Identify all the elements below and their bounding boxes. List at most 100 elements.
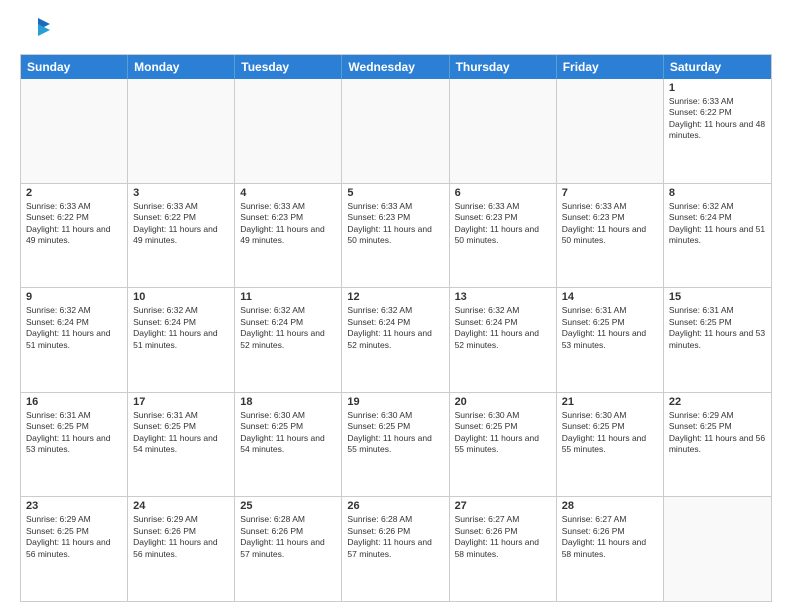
logo [20, 16, 52, 44]
page: SundayMondayTuesdayWednesdayThursdayFrid… [0, 0, 792, 612]
day-info: Sunrise: 6:33 AM Sunset: 6:22 PM Dayligh… [26, 201, 122, 247]
calendar-cell: 24 Sunrise: 6:29 AM Sunset: 6:26 PM Dayli… [128, 497, 235, 601]
calendar-cell: 18 Sunrise: 6:30 AM Sunset: 6:25 PM Dayli… [235, 393, 342, 497]
calendar-cell: 25 Sunrise: 6:28 AM Sunset: 6:26 PM Dayli… [235, 497, 342, 601]
calendar-cell: 8Sunrise: 6:32 AM Sunset: 6:24 PM Daylig… [664, 184, 771, 288]
calendar-cell: 22 Sunrise: 6:29 AM Sunset: 6:25 PM Dayli… [664, 393, 771, 497]
day-number: 1 [669, 82, 766, 94]
day-number: 4 [240, 187, 336, 199]
day-number: 15 [669, 291, 766, 303]
calendar-row-0: 1 Sunrise: 6:33 AM Sunset: 6:22 PM Daylig… [21, 79, 771, 184]
day-number: 19 [347, 396, 443, 408]
day-info: Sunrise: 6:28 AM Sunset: 6:26 PM Dayligh… [240, 514, 336, 560]
calendar-cell: 9 Sunrise: 6:32 AM Sunset: 6:24 PM Daylig… [21, 288, 128, 392]
day-number: 21 [562, 396, 658, 408]
calendar-cell: 23 Sunrise: 6:29 AM Sunset: 6:25 PM Dayli… [21, 497, 128, 601]
day-number: 22 [669, 396, 766, 408]
day-info: Sunrise: 6:29 AM Sunset: 6:26 PM Dayligh… [133, 514, 229, 560]
calendar-cell: 2 Sunrise: 6:33 AM Sunset: 6:22 PM Daylig… [21, 184, 128, 288]
day-number: 23 [26, 500, 122, 512]
calendar-cell: 7 Sunrise: 6:33 AM Sunset: 6:23 PM Daylig… [557, 184, 664, 288]
day-number: 2 [26, 187, 122, 199]
calendar-cell: 10 Sunrise: 6:32 AM Sunset: 6:24 PM Dayli… [128, 288, 235, 392]
day-header-friday: Friday [557, 55, 664, 79]
calendar-header-row: SundayMondayTuesdayWednesdayThursdayFrid… [21, 55, 771, 79]
logo-flag-icon [24, 16, 52, 44]
calendar-row-2: 9 Sunrise: 6:32 AM Sunset: 6:24 PM Daylig… [21, 288, 771, 393]
day-header-sunday: Sunday [21, 55, 128, 79]
day-header-monday: Monday [128, 55, 235, 79]
day-number: 11 [240, 291, 336, 303]
calendar-cell: 14 Sunrise: 6:31 AM Sunset: 6:25 PM Dayli… [557, 288, 664, 392]
calendar-cell [664, 497, 771, 601]
calendar-cell: 12 Sunrise: 6:32 AM Sunset: 6:24 PM Dayli… [342, 288, 449, 392]
calendar-cell [342, 79, 449, 183]
calendar-cell: 13Sunrise: 6:32 AM Sunset: 6:24 PM Dayli… [450, 288, 557, 392]
day-header-thursday: Thursday [450, 55, 557, 79]
day-number: 7 [562, 187, 658, 199]
day-info: Sunrise: 6:33 AM Sunset: 6:23 PM Dayligh… [240, 201, 336, 247]
calendar-cell [557, 79, 664, 183]
day-info: Sunrise: 6:29 AM Sunset: 6:25 PM Dayligh… [26, 514, 122, 560]
day-info: Sunrise: 6:32 AM Sunset: 6:24 PM Dayligh… [26, 305, 122, 351]
day-number: 18 [240, 396, 336, 408]
day-number: 27 [455, 500, 551, 512]
calendar-cell: 28 Sunrise: 6:27 AM Sunset: 6:26 PM Dayli… [557, 497, 664, 601]
day-info: Sunrise: 6:33 AM Sunset: 6:23 PM Dayligh… [347, 201, 443, 247]
calendar-cell: 5 Sunrise: 6:33 AM Sunset: 6:23 PM Daylig… [342, 184, 449, 288]
day-number: 20 [455, 396, 551, 408]
calendar-cell: 21Sunrise: 6:30 AM Sunset: 6:25 PM Dayli… [557, 393, 664, 497]
day-info: Sunrise: 6:30 AM Sunset: 6:25 PM Dayligh… [240, 410, 336, 456]
day-info: Sunrise: 6:31 AM Sunset: 6:25 PM Dayligh… [669, 305, 766, 351]
day-number: 9 [26, 291, 122, 303]
calendar-cell: 6 Sunrise: 6:33 AM Sunset: 6:23 PM Daylig… [450, 184, 557, 288]
calendar: SundayMondayTuesdayWednesdayThursdayFrid… [20, 54, 772, 602]
day-number: 17 [133, 396, 229, 408]
calendar-cell: 4 Sunrise: 6:33 AM Sunset: 6:23 PM Daylig… [235, 184, 342, 288]
day-info: Sunrise: 6:30 AM Sunset: 6:25 PM Dayligh… [455, 410, 551, 456]
day-info: Sunrise: 6:33 AM Sunset: 6:23 PM Dayligh… [455, 201, 551, 247]
day-info: Sunrise: 6:28 AM Sunset: 6:26 PM Dayligh… [347, 514, 443, 560]
calendar-cell [450, 79, 557, 183]
day-info: Sunrise: 6:31 AM Sunset: 6:25 PM Dayligh… [133, 410, 229, 456]
day-info: Sunrise: 6:30 AM Sunset: 6:25 PM Dayligh… [347, 410, 443, 456]
day-info: Sunrise: 6:31 AM Sunset: 6:25 PM Dayligh… [562, 305, 658, 351]
day-number: 10 [133, 291, 229, 303]
day-info: Sunrise: 6:33 AM Sunset: 6:23 PM Dayligh… [562, 201, 658, 247]
calendar-cell: 17 Sunrise: 6:31 AM Sunset: 6:25 PM Dayli… [128, 393, 235, 497]
day-number: 14 [562, 291, 658, 303]
day-number: 28 [562, 500, 658, 512]
day-header-saturday: Saturday [664, 55, 771, 79]
day-header-tuesday: Tuesday [235, 55, 342, 79]
calendar-row-1: 2 Sunrise: 6:33 AM Sunset: 6:22 PM Daylig… [21, 184, 771, 289]
day-number: 5 [347, 187, 443, 199]
day-info: Sunrise: 6:31 AM Sunset: 6:25 PM Dayligh… [26, 410, 122, 456]
calendar-cell: 3 Sunrise: 6:33 AM Sunset: 6:22 PM Daylig… [128, 184, 235, 288]
calendar-cell: 1 Sunrise: 6:33 AM Sunset: 6:22 PM Daylig… [664, 79, 771, 183]
day-info: Sunrise: 6:32 AM Sunset: 6:24 PM Dayligh… [669, 201, 766, 247]
day-info: Sunrise: 6:27 AM Sunset: 6:26 PM Dayligh… [455, 514, 551, 560]
day-info: Sunrise: 6:32 AM Sunset: 6:24 PM Dayligh… [455, 305, 551, 351]
day-number: 25 [240, 500, 336, 512]
day-info: Sunrise: 6:27 AM Sunset: 6:26 PM Dayligh… [562, 514, 658, 560]
day-header-wednesday: Wednesday [342, 55, 449, 79]
calendar-cell: 19 Sunrise: 6:30 AM Sunset: 6:25 PM Dayli… [342, 393, 449, 497]
day-info: Sunrise: 6:32 AM Sunset: 6:24 PM Dayligh… [133, 305, 229, 351]
calendar-cell [235, 79, 342, 183]
day-number: 24 [133, 500, 229, 512]
calendar-cell: 27 Sunrise: 6:27 AM Sunset: 6:26 PM Dayli… [450, 497, 557, 601]
calendar-cell: 11 Sunrise: 6:32 AM Sunset: 6:24 PM Dayli… [235, 288, 342, 392]
day-number: 26 [347, 500, 443, 512]
day-info: Sunrise: 6:33 AM Sunset: 6:22 PM Dayligh… [133, 201, 229, 247]
day-info: Sunrise: 6:32 AM Sunset: 6:24 PM Dayligh… [240, 305, 336, 351]
day-number: 6 [455, 187, 551, 199]
calendar-row-4: 23 Sunrise: 6:29 AM Sunset: 6:25 PM Dayli… [21, 497, 771, 601]
day-info: Sunrise: 6:33 AM Sunset: 6:22 PM Dayligh… [669, 96, 766, 142]
calendar-cell [21, 79, 128, 183]
day-number: 12 [347, 291, 443, 303]
day-info: Sunrise: 6:32 AM Sunset: 6:24 PM Dayligh… [347, 305, 443, 351]
calendar-cell: 16Sunrise: 6:31 AM Sunset: 6:25 PM Dayli… [21, 393, 128, 497]
day-number: 3 [133, 187, 229, 199]
day-info: Sunrise: 6:29 AM Sunset: 6:25 PM Dayligh… [669, 410, 766, 456]
header [20, 16, 772, 44]
